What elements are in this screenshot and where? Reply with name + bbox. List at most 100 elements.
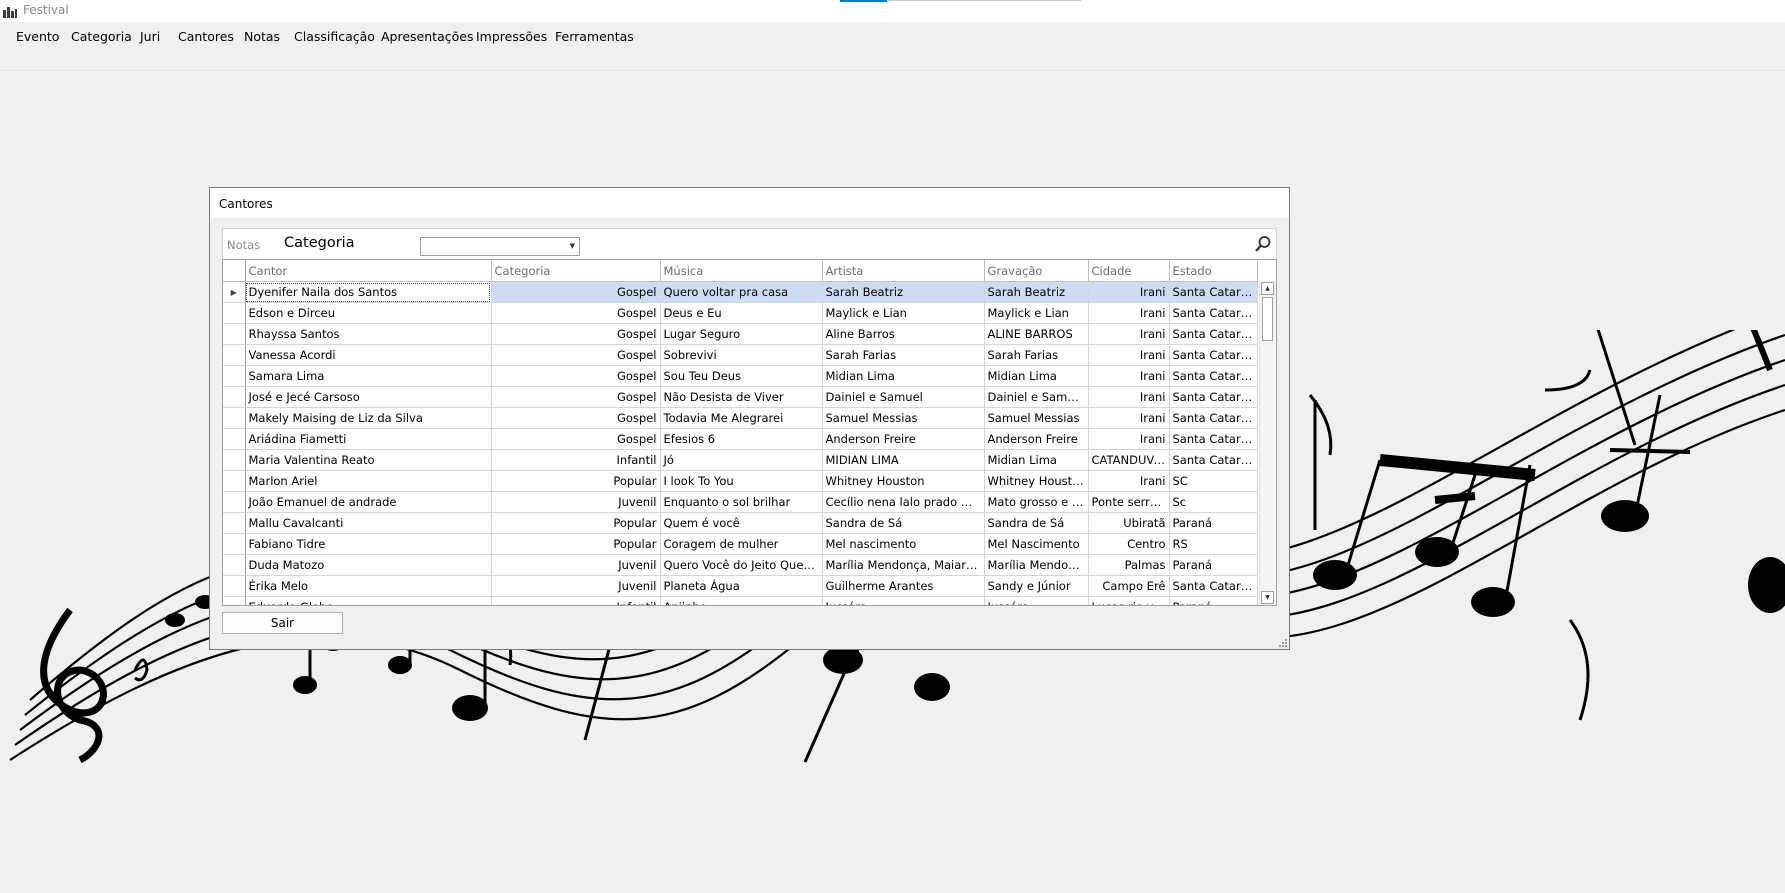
table-row[interactable]: Samara Lima Gospel Sou Teu Deus Midian Lima…	[223, 365, 1258, 387]
cantor-cell[interactable]: Érika Melo	[245, 575, 492, 597]
categoria-cell[interactable]: Juvenil	[491, 491, 661, 513]
row-header[interactable]	[223, 596, 246, 605]
estado-cell[interactable]: Santa Catarina	[1169, 428, 1258, 450]
cantores-grid[interactable]: Cantor Categoria Música Artista Gravação…	[222, 259, 1277, 606]
scroll-thumb[interactable]	[1262, 297, 1273, 341]
menu-apresentacoes[interactable]: Apresentações	[380, 27, 474, 46]
musica-cell[interactable]: Quero voltar pra casa	[660, 281, 823, 303]
cidade-cell[interactable]: Ponte serrada	[1088, 491, 1170, 513]
cantor-cell[interactable]: Marlon Ariel	[245, 470, 492, 492]
cidade-cell[interactable]: Irani	[1088, 323, 1170, 345]
cantor-cell[interactable]: Fabiano Tidre	[245, 533, 492, 555]
cantor-cell[interactable]: Mallu Cavalcanti	[245, 512, 492, 534]
categoria-cell[interactable]: Gospel	[491, 302, 661, 324]
row-header[interactable]	[223, 470, 246, 492]
row-header[interactable]	[223, 365, 246, 387]
cidade-cell[interactable]: CATANDUVAS	[1088, 449, 1170, 471]
cidade-cell[interactable]: Campo Erê	[1088, 575, 1170, 597]
musica-cell[interactable]: Sou Teu Deus	[660, 365, 823, 387]
cantor-cell[interactable]: Ariádina Fiametti	[245, 428, 492, 450]
search-icon[interactable]	[1254, 235, 1272, 253]
musica-cell[interactable]: Deus e Eu	[660, 302, 823, 324]
estado-cell[interactable]: Santa Catarina	[1169, 449, 1258, 471]
cantor-cell[interactable]: Duda Matozo	[245, 554, 492, 576]
resize-grip-icon[interactable]	[1279, 639, 1287, 647]
artista-cell[interactable]: MIDIAN LIMA	[822, 449, 985, 471]
musica-cell[interactable]: I look To You	[660, 470, 823, 492]
estado-cell[interactable]: Santa Catarina	[1169, 344, 1258, 366]
gravacao-cell[interactable]: Sarah Beatriz	[984, 281, 1089, 303]
row-header[interactable]	[223, 533, 246, 555]
row-header[interactable]	[223, 428, 246, 450]
estado-cell[interactable]: Paraná	[1169, 596, 1258, 605]
cidade-cell[interactable]: Irani	[1088, 470, 1170, 492]
gravacao-cell[interactable]: Samuel Messias	[984, 407, 1089, 429]
cidade-cell[interactable]: Irani	[1088, 428, 1170, 450]
cidade-cell[interactable]: Irani	[1088, 302, 1170, 324]
categoria-cell[interactable]: Juvenil	[491, 554, 661, 576]
gravacao-cell[interactable]: Midian Lima	[984, 449, 1089, 471]
artista-cell[interactable]: Jussára	[822, 596, 985, 605]
sair-button[interactable]: Sair	[222, 612, 343, 634]
musica-cell[interactable]: Jó	[660, 449, 823, 471]
artista-cell[interactable]: Sarah Beatriz	[822, 281, 985, 303]
estado-cell[interactable]: Santa Catarina	[1169, 302, 1258, 324]
cantor-cell[interactable]: Eduardo Gloho	[245, 596, 492, 605]
artista-cell[interactable]: Sandra de Sá	[822, 512, 985, 534]
row-header[interactable]	[223, 575, 246, 597]
menu-juri[interactable]: Juri	[139, 27, 161, 46]
cidade-cell[interactable]: Irani	[1088, 407, 1170, 429]
row-header[interactable]	[223, 554, 246, 576]
gravacao-cell[interactable]: Marília Mendonça ...	[984, 554, 1089, 576]
table-row[interactable]: Maria Valentina Reato Infantil Jó MIDIAN LI…	[223, 449, 1258, 471]
cantor-cell[interactable]: Vanessa Acordi	[245, 344, 492, 366]
row-header[interactable]	[223, 449, 246, 471]
cidade-cell[interactable]: Palmas	[1088, 554, 1170, 576]
chevron-down-icon[interactable]: ▼	[570, 242, 575, 250]
menu-categoria[interactable]: Categoria	[70, 27, 133, 46]
table-row[interactable]: José e Jecé Carsoso Gospel Não Desista de …	[223, 386, 1258, 408]
estado-cell[interactable]: RS	[1169, 533, 1258, 555]
categoria-cell[interactable]: Infantil	[491, 449, 661, 471]
categoria-cell[interactable]: Gospel	[491, 428, 661, 450]
gravacao-cell[interactable]: Sarah Farias	[984, 344, 1089, 366]
menu-ferramentas[interactable]: Ferramentas	[554, 27, 635, 46]
vertical-scrollbar[interactable]: ▲ ▼	[1259, 281, 1276, 605]
cidade-cell[interactable]: Lucas rio verde	[1088, 596, 1170, 605]
menu-evento[interactable]: Evento	[15, 27, 60, 46]
gravacao-cell[interactable]: Mato grosso e ma...	[984, 491, 1089, 513]
column-header[interactable]: Cidade	[1088, 260, 1170, 282]
table-row[interactable]: Duda Matozo Juvenil Quero Você do Jeito Qu…	[223, 554, 1258, 576]
scroll-down-icon[interactable]: ▼	[1261, 591, 1274, 604]
row-header[interactable]	[223, 512, 246, 534]
categoria-cell[interactable]: Gospel	[491, 365, 661, 387]
row-header[interactable]	[223, 407, 246, 429]
cantor-cell[interactable]: Edson e Dirceu	[245, 302, 492, 324]
categoria-cell[interactable]: Gospel	[491, 344, 661, 366]
artista-cell[interactable]: Whitney Houston	[822, 470, 985, 492]
gravacao-cell[interactable]: ALINE BARROS	[984, 323, 1089, 345]
table-row[interactable]: Marlon Ariel Popular I look To You Whitney …	[223, 470, 1258, 492]
menu-notas[interactable]: Notas	[243, 27, 281, 46]
column-header[interactable]: Artista	[822, 260, 985, 282]
estado-cell[interactable]: Santa Catarina	[1169, 365, 1258, 387]
cantor-cell[interactable]: Rhayssa Santos	[245, 323, 492, 345]
cantor-cell[interactable]: Dyenifer Naila dos Santos	[245, 281, 492, 303]
estado-cell[interactable]: Santa Catarina	[1169, 575, 1258, 597]
categoria-cell[interactable]: Popular	[491, 470, 661, 492]
cantor-cell[interactable]: Makely Maising de Liz da Silva	[245, 407, 492, 429]
row-header[interactable]	[223, 386, 246, 408]
artista-cell[interactable]: Cecílio nena lalo prado mato g...	[822, 491, 985, 513]
notas-label[interactable]: Notas	[227, 238, 260, 252]
artista-cell[interactable]: Anderson Freire	[822, 428, 985, 450]
cidade-cell[interactable]: Centro	[1088, 533, 1170, 555]
gravacao-cell[interactable]: Whitney Houston	[984, 470, 1089, 492]
column-header[interactable]: Estado	[1169, 260, 1258, 282]
musica-cell[interactable]: Enquanto o sol brilhar	[660, 491, 823, 513]
categoria-cell[interactable]: Popular	[491, 512, 661, 534]
table-row[interactable]: Eduardo GlohoInfantilAnjinhoJussáraJussá…	[223, 596, 1258, 605]
categoria-cell[interactable]: Gospel	[491, 323, 661, 345]
table-row[interactable]: João Emanuel de andrade Juvenil Enquanto o…	[223, 491, 1258, 513]
menu-classificacao[interactable]: Classificação	[293, 27, 376, 46]
estado-cell[interactable]: Santa Catarina	[1169, 407, 1258, 429]
